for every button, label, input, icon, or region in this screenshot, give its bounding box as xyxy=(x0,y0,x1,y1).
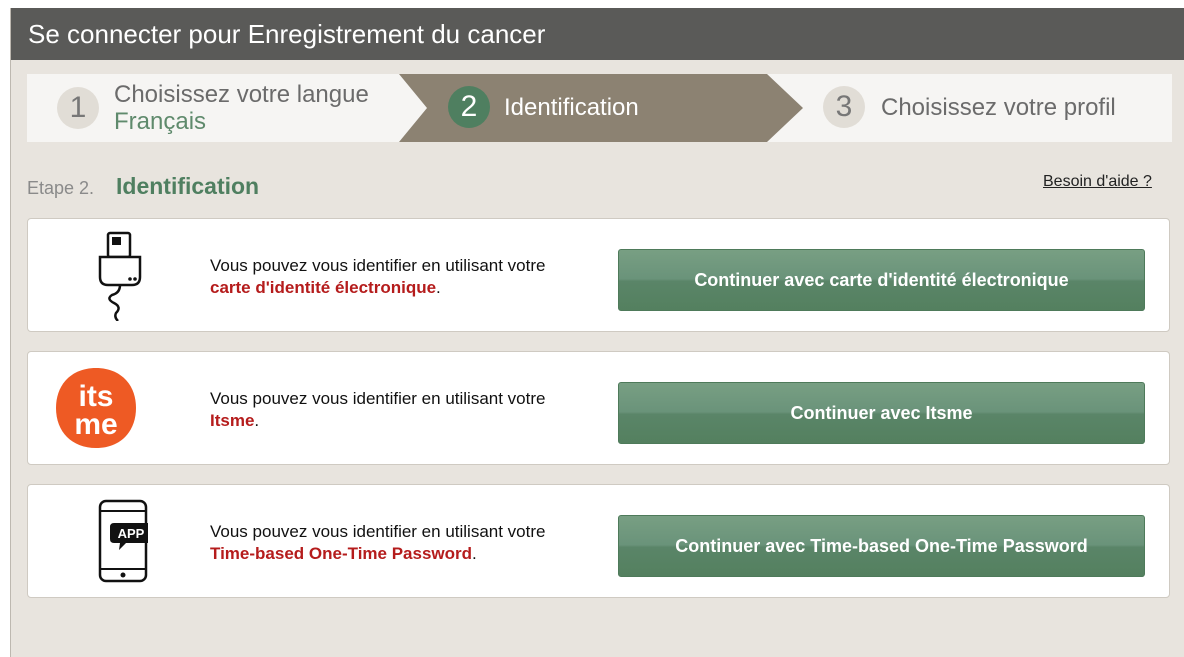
help-link[interactable]: Besoin d'aide ? xyxy=(1043,173,1152,191)
itsme-logo-icon: its me xyxy=(56,368,136,448)
step-1-selected-language[interactable]: Français xyxy=(114,108,206,136)
method-description-prefix: Vous pouvez vous identifier en utilisant… xyxy=(210,389,546,408)
step-2-number: 2 xyxy=(448,86,490,128)
method-description-prefix: Vous pouvez vous identifier en utilisant… xyxy=(210,256,546,275)
step-3-number: 3 xyxy=(823,86,865,128)
continue-totp-button[interactable]: Continuer avec Time-based One-Time Passw… xyxy=(618,515,1145,577)
svg-text:APP: APP xyxy=(118,526,145,541)
step-label: Etape 2. xyxy=(27,178,95,198)
step-1-number: 1 xyxy=(57,87,99,129)
phone-app-icon: APP xyxy=(98,499,148,583)
continue-eid-button[interactable]: Continuer avec carte d'identité électron… xyxy=(618,249,1145,311)
step-3-title: Choisissez votre profil xyxy=(881,94,1116,121)
step-2-title: Identification xyxy=(504,94,639,121)
method-description: Vous pouvez vous identifier en utilisant… xyxy=(210,255,545,299)
method-card-itsme: its me Vous pouvez vous identifier en ut… xyxy=(27,351,1170,465)
step-1-title[interactable]: Choisissez votre langue xyxy=(114,81,369,109)
method-suffix: . xyxy=(436,278,441,297)
method-name: carte d'identité électronique xyxy=(210,278,437,297)
method-name: Time-based One-Time Password xyxy=(210,544,473,563)
stepper: 1 Choisissez votre langue Français 2 Ide… xyxy=(27,74,1172,142)
method-description: Vous pouvez vous identifier en utilisant… xyxy=(210,388,545,432)
method-name: Itsme xyxy=(210,411,255,430)
method-description-prefix: Vous pouvez vous identifier en utilisant… xyxy=(210,522,546,541)
method-card-totp: APP Vous pouvez vous identifier en utili… xyxy=(27,484,1170,598)
login-window: Se connecter pour Enregistrement du canc… xyxy=(10,8,1184,657)
method-suffix: . xyxy=(472,544,477,563)
window-title: Se connecter pour Enregistrement du canc… xyxy=(11,8,1184,60)
method-description: Vous pouvez vous identifier en utilisant… xyxy=(210,521,545,565)
continue-itsme-button[interactable]: Continuer avec Itsme xyxy=(618,382,1145,444)
svg-text:me: me xyxy=(74,408,117,441)
method-suffix: . xyxy=(254,411,260,430)
method-card-eid: Vous pouvez vous identifier en utilisant… xyxy=(27,218,1170,332)
step-title: Identification xyxy=(116,173,260,199)
card-reader-icon xyxy=(98,231,142,321)
